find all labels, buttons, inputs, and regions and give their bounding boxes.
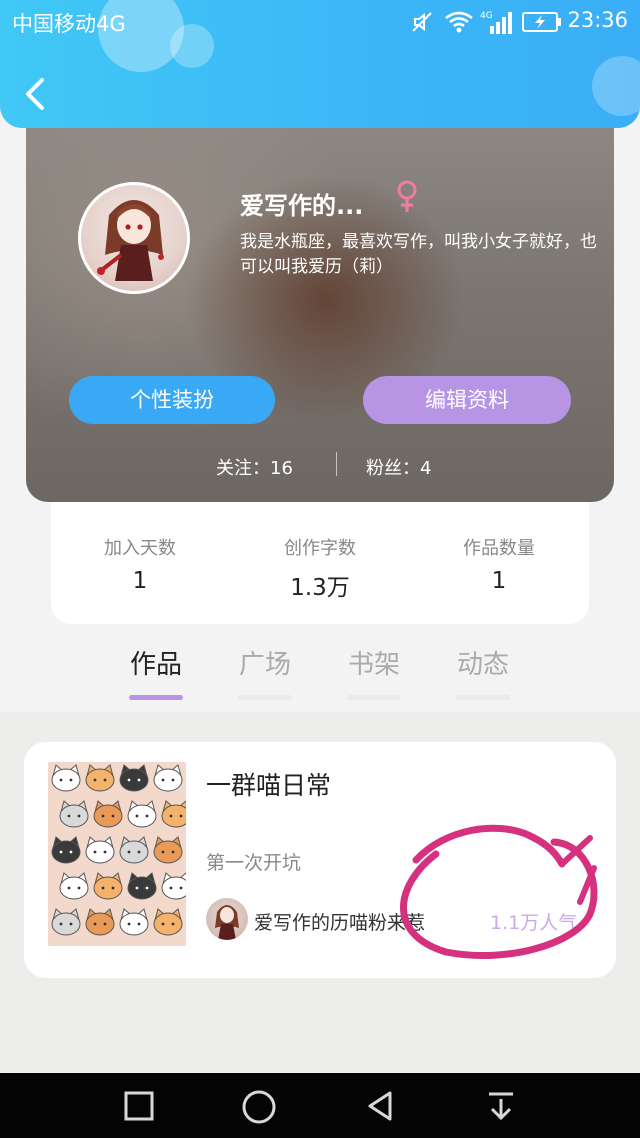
cat-face-icon — [85, 908, 115, 936]
stats-strip: 加入天数 1 创作字数 1.3万 作品数量 1 — [51, 502, 589, 624]
tab-indicator — [129, 695, 183, 700]
follow-stats: 关注：16 粉丝：4 — [26, 450, 614, 480]
edit-profile-button[interactable]: 编辑资料 — [363, 376, 571, 424]
home-icon[interactable] — [241, 1089, 277, 1129]
stat-value: 1 — [491, 568, 507, 594]
divider — [336, 452, 337, 476]
cat-face-icon — [127, 800, 157, 828]
cats-pattern-image — [51, 764, 186, 936]
cat-face-icon — [127, 872, 157, 900]
cat-face-icon — [161, 800, 186, 828]
tab-bar: 作品 广场 书架 动态 — [0, 640, 640, 710]
hand-drawn-circle-annotation — [400, 824, 598, 959]
cat-face-icon — [153, 764, 183, 792]
clock: 23:36 — [567, 8, 628, 32]
book-cover[interactable] — [48, 762, 186, 946]
stat-word-count: 创作字数 1.3万 — [230, 534, 410, 602]
stat-join-days: 加入天数 1 — [50, 534, 230, 594]
female-icon — [396, 180, 418, 218]
author-avatar-illustration — [215, 905, 239, 940]
chevron-left-icon — [26, 78, 44, 110]
cat-face-icon — [85, 836, 115, 864]
tab-label: 广场 — [238, 650, 291, 680]
stat-works-count: 作品数量 1 — [409, 534, 589, 594]
cat-face-icon — [119, 908, 149, 936]
stat-value: 1.3万 — [290, 575, 350, 601]
stat-label: 创作字数 — [284, 538, 356, 559]
tab-indicator — [456, 695, 510, 700]
author-avatar[interactable] — [206, 898, 248, 940]
cat-face-icon — [93, 872, 123, 900]
cat-face-icon — [93, 800, 123, 828]
tab-indicator — [238, 695, 292, 700]
work-card[interactable]: 一群喵日常 第一次开坑 爱写作的历喵粉来惹 1.1万人气 — [24, 742, 616, 978]
tab-works[interactable]: 作品 — [111, 644, 201, 700]
carrier-label: 中国移动4G — [12, 12, 126, 36]
tab-label: 作品 — [129, 650, 182, 680]
work-chapter: 第一次开坑 — [206, 852, 302, 874]
following-count[interactable]: 关注：16 — [216, 454, 293, 480]
wifi-icon — [444, 10, 474, 39]
cat-face-icon — [119, 764, 149, 792]
system-nav-bar — [0, 1073, 640, 1138]
dress-up-button[interactable]: 个性装扮 — [69, 376, 275, 424]
back-button[interactable] — [18, 74, 54, 114]
cat-face-icon — [85, 764, 115, 792]
cat-face-icon — [51, 908, 81, 936]
cat-face-icon — [59, 872, 89, 900]
tab-square[interactable]: 广场 — [220, 644, 310, 700]
stat-label: 加入天数 — [104, 538, 176, 559]
tab-indicator — [347, 695, 401, 700]
cat-face-icon — [153, 908, 183, 936]
avatar-illustration — [97, 200, 164, 281]
cat-face-icon — [119, 836, 149, 864]
fans-count[interactable]: 粉丝：4 — [366, 454, 431, 480]
tab-activity[interactable]: 动态 — [438, 644, 528, 700]
decorative-bubble — [592, 56, 640, 116]
cat-face-icon — [161, 872, 186, 900]
stat-label: 作品数量 — [463, 538, 535, 559]
mute-icon — [410, 10, 434, 39]
recent-apps-icon[interactable] — [122, 1089, 156, 1127]
cat-face-icon — [51, 764, 81, 792]
nickname: 爱写作的... — [240, 192, 364, 220]
cat-face-icon — [153, 836, 183, 864]
cat-face-icon — [51, 836, 81, 864]
profile-card: 爱写作的... 我是水瓶座，最喜欢写作，叫我小女子就好，也可以叫我爱历（莉） 个… — [26, 100, 614, 502]
bio: 我是水瓶座，最喜欢写作，叫我小女子就好，也可以叫我爱历（莉） — [240, 232, 597, 277]
signal-icon: 4G — [480, 10, 516, 41]
cat-face-icon — [59, 800, 89, 828]
tab-label: 动态 — [456, 650, 509, 680]
network-badge: 4G — [480, 11, 493, 21]
app-header: 中国移动4G 4G 23:36 — [0, 0, 640, 128]
status-bar: 中国移动4G 4G 23:36 — [0, 0, 640, 44]
work-title[interactable]: 一群喵日常 — [206, 766, 331, 802]
tab-label: 书架 — [347, 650, 400, 680]
stat-value: 1 — [132, 568, 148, 594]
battery-charging-icon — [522, 11, 562, 38]
tab-bookshelf[interactable]: 书架 — [329, 644, 419, 700]
notification-down-icon[interactable] — [484, 1089, 518, 1127]
back-icon[interactable] — [364, 1089, 398, 1127]
avatar[interactable] — [78, 182, 190, 294]
